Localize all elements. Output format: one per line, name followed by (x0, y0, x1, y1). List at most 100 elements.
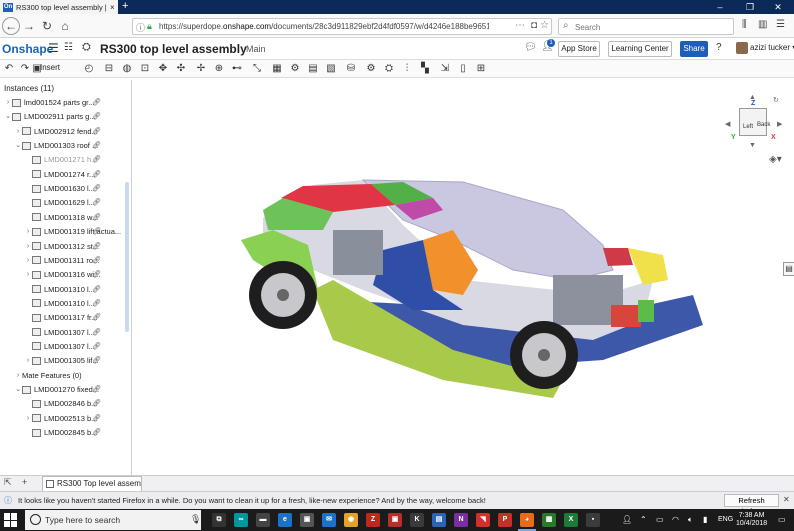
link-icon[interactable]: 🔗︎ (92, 268, 101, 281)
link-icon[interactable]: 🔗︎ (92, 96, 101, 109)
arduino-icon[interactable]: ∞ (234, 513, 248, 527)
windows-start-icon[interactable] (4, 513, 18, 527)
link-icon[interactable]: 🔗︎ (92, 225, 101, 238)
avatar[interactable] (736, 42, 748, 54)
link-icon[interactable]: 🔗︎ (92, 182, 101, 195)
tree-row[interactable]: › LMD001312 st... (24, 240, 99, 253)
language-indicator[interactable]: ENG (718, 516, 733, 523)
expand-caret-icon[interactable]: ⌄ (4, 110, 12, 123)
document-menu-icon[interactable]: ☰ (48, 41, 59, 55)
parallel-mate-icon[interactable]: ⊷ (230, 62, 244, 76)
workspace-branch[interactable]: Main (246, 44, 266, 54)
edge-icon[interactable]: e (278, 513, 292, 527)
view-rotate-cw-icon[interactable]: ↻ (773, 96, 779, 104)
tree-row[interactable]: LMD001317 fr... (24, 311, 97, 324)
sidebar-icon[interactable]: ▥ (758, 19, 767, 30)
reload-icon[interactable]: ↻ (38, 17, 56, 35)
share-button[interactable]: Share (680, 41, 708, 57)
notifications-icon[interactable]: 👤︎ 1 (541, 39, 555, 52)
expand-caret-icon[interactable]: › (24, 268, 32, 281)
browser-search-box[interactable]: ⌕ (558, 18, 734, 35)
site-info-icon[interactable]: ⓘ (136, 21, 145, 34)
tree-row[interactable]: LMD001318 w... (24, 211, 98, 224)
acrobat-icon[interactable]: ◥ (476, 513, 490, 527)
document-title[interactable]: RS300 top level assembly (100, 42, 247, 56)
task-view-icon[interactable]: ⧉ (212, 513, 226, 527)
link-icon[interactable]: 🔗︎ (92, 412, 101, 425)
expand-caret-icon[interactable]: › (24, 225, 32, 238)
view-options-icon[interactable]: ◈▾ (769, 154, 782, 165)
tree-row[interactable]: › LMD001305 lif... (24, 354, 99, 367)
rack-pinion-icon[interactable]: ▤ (306, 62, 320, 76)
tree-row[interactable]: › Mate Features (0) (14, 369, 82, 382)
expand-caret-icon[interactable]: › (4, 96, 12, 109)
app-p-icon[interactable]: P (498, 513, 512, 527)
link-icon[interactable]: 🔗︎ (92, 168, 101, 181)
window-minimize-button[interactable]: – (706, 0, 734, 14)
link-icon[interactable]: 🔗︎ (92, 110, 101, 123)
tree-row[interactable]: LMD001274 r... (24, 168, 95, 181)
notification-close-icon[interactable]: ✕ (783, 495, 790, 504)
expand-caret-icon[interactable]: › (24, 254, 32, 267)
expand-caret-icon[interactable]: › (14, 369, 22, 382)
tree-row[interactable]: › LMD002912 fend... (14, 125, 98, 138)
tree-row[interactable]: ⌄ LMD001270 fixed... (14, 383, 99, 396)
new-tab-button[interactable]: + (122, 0, 128, 13)
group-icon[interactable]: ▦ (270, 62, 284, 76)
view-cube[interactable]: ▲ ↻ ◀ ▶ ▼ Left Back Y X Z (723, 94, 785, 156)
pin-slot-mate-icon[interactable]: ✢ (194, 62, 208, 76)
store-icon[interactable]: ▣ (300, 513, 314, 527)
tree-row[interactable]: › lmd001524 parts gr... (4, 96, 95, 109)
add-tab-icon[interactable]: + (22, 477, 27, 487)
menu-icon[interactable]: ☰ (776, 19, 785, 30)
tree-row[interactable]: › LMD001319 lift actua... (24, 225, 121, 238)
link-icon[interactable]: 🔗︎ (92, 283, 101, 296)
learning-center-button[interactable]: Learning Center (608, 41, 672, 57)
tree-row[interactable]: LMD001307 l... (24, 340, 95, 353)
tab-assembly[interactable]: RS300 Top level assem... (42, 476, 142, 492)
measure-icon[interactable]: ⇲ (438, 62, 452, 76)
onshape-logo[interactable]: Onshape (2, 42, 53, 56)
browser-search-input[interactable] (575, 21, 725, 33)
tree-row[interactable]: › LMD002513 b... (24, 412, 98, 425)
volume-icon[interactable]: 🔈︎ (688, 515, 693, 525)
link-icon[interactable]: 🔗︎ (92, 340, 101, 353)
named-positions-icon[interactable]: ⊞ (474, 62, 488, 76)
slider-mate-icon[interactable]: ⊡ (138, 62, 152, 76)
view-cube-left-face[interactable]: Left (743, 124, 753, 130)
window-close-button[interactable]: ✕ (764, 0, 792, 14)
car-model-render[interactable] (133, 80, 794, 475)
section-view-icon[interactable]: ▚ (418, 62, 432, 76)
side-panel-toggle-icon[interactable]: ▤ (783, 262, 794, 276)
tree-scrollbar[interactable] (125, 182, 129, 332)
revolute-mate-icon[interactable]: ◍ (120, 62, 134, 76)
link-icon[interactable]: 🔗︎ (92, 326, 101, 339)
user-name[interactable]: azizi tucker ▾ (750, 43, 794, 52)
tray-chevron-icon[interactable]: ⌃ (640, 515, 647, 524)
firefox-icon[interactable]: ◕ (518, 513, 536, 531)
tree-row[interactable]: ⌄ LMD002911 parts g... (4, 110, 96, 123)
url-text[interactable]: https://superdope.onshape.com/documents/… (159, 22, 489, 31)
library-icon[interactable]: ⫼ (742, 19, 747, 30)
action-center-icon[interactable]: ▭ (778, 515, 786, 524)
tree-row[interactable]: LMD001271 h... (24, 153, 97, 166)
tangent-mate-icon[interactable]: ⤡ (250, 62, 264, 76)
tree-row[interactable]: LMD001629 l... (24, 196, 95, 209)
page-actions-icon[interactable]: ⋯ (515, 20, 525, 31)
view-rotate-down-icon[interactable]: ▼ (749, 142, 756, 149)
link-icon[interactable]: 🔗︎ (92, 254, 101, 267)
home-icon[interactable]: ⌂ (56, 17, 74, 35)
link-icon[interactable]: 🔗︎ (92, 196, 101, 209)
file-explorer-icon[interactable]: ▬ (256, 513, 270, 527)
people-icon[interactable]: 👤︎ (622, 515, 632, 524)
wifi-icon[interactable]: ◠ (672, 515, 679, 524)
taskbar-search[interactable]: Type here to search 🎙︎ (25, 510, 201, 530)
tree-row[interactable]: LMD001310 l... (24, 283, 95, 296)
tab-close-icon[interactable]: × (110, 3, 115, 12)
expand-caret-icon[interactable]: › (24, 354, 32, 367)
app-store-button[interactable]: App Store (558, 41, 600, 57)
undo-icon[interactable]: ↶ (2, 62, 16, 76)
microphone-icon[interactable]: 🎙︎ (190, 514, 201, 525)
bookmark-star-icon[interactable]: ☆ (540, 20, 549, 31)
app-blue-icon[interactable]: ▤ (432, 513, 446, 527)
